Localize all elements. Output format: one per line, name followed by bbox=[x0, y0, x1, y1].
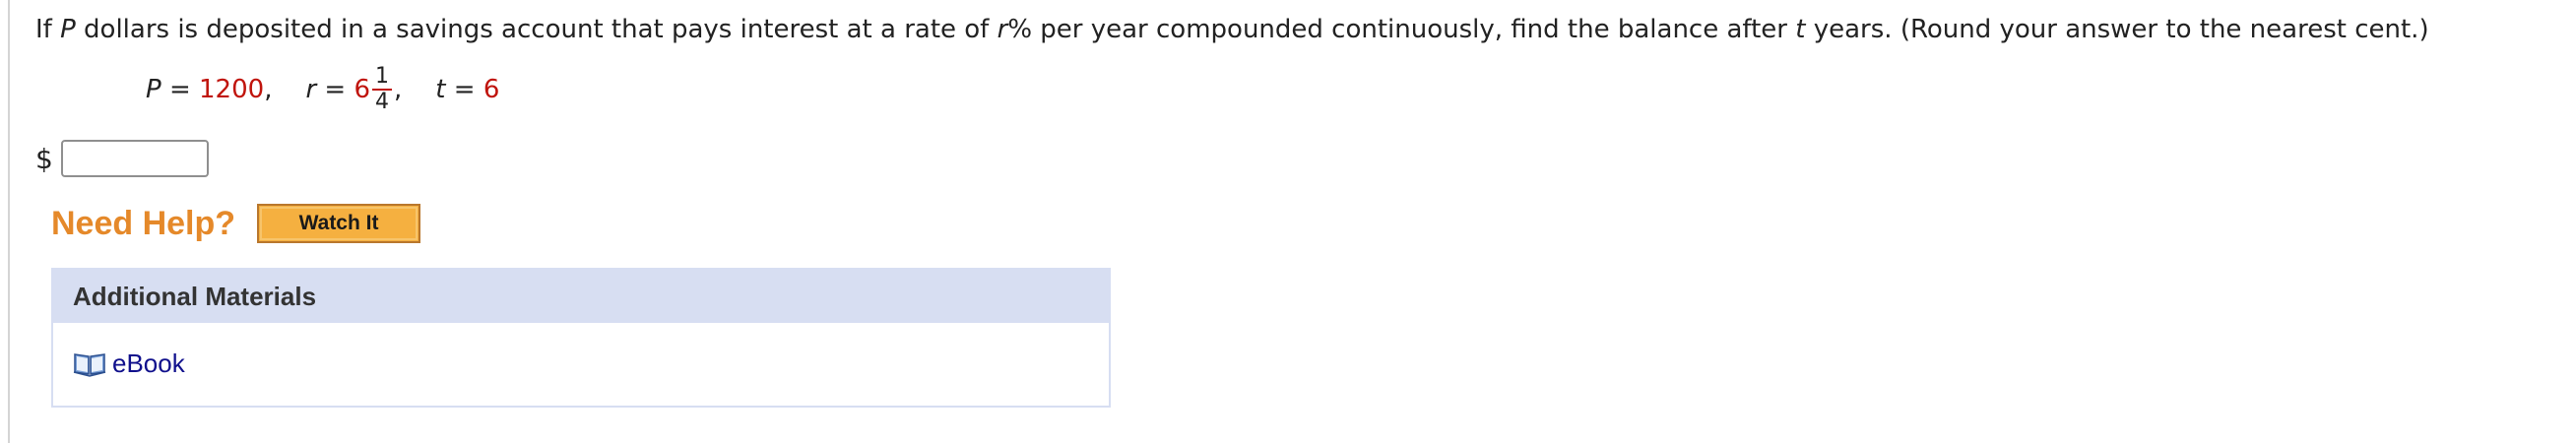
r-fraction: 1 4 bbox=[372, 65, 393, 114]
need-help-row: Need Help? Watch It bbox=[51, 202, 421, 245]
separator: , bbox=[264, 75, 273, 104]
r-label: r bbox=[305, 75, 317, 104]
t-label: t bbox=[435, 75, 446, 104]
watch-it-button[interactable]: Watch It bbox=[257, 204, 421, 243]
equals-sign: = bbox=[316, 75, 354, 104]
question-text-part: If bbox=[35, 15, 61, 44]
question-text-part: dollars is deposited in a savings accoun… bbox=[75, 15, 998, 44]
need-help-label: Need Help? bbox=[51, 204, 236, 242]
separator: , bbox=[394, 75, 403, 104]
r-fraction-numerator: 1 bbox=[372, 65, 393, 91]
answer-row: $ bbox=[35, 136, 209, 181]
r-fraction-denominator: 4 bbox=[375, 90, 390, 114]
book-icon bbox=[73, 350, 106, 378]
t-value: 6 bbox=[483, 75, 500, 104]
additional-materials-header: Additional Materials bbox=[53, 270, 1109, 323]
variable-t: t bbox=[1795, 15, 1806, 44]
given-values: P = 1200, r = 6 1 4 , t = 6 bbox=[146, 57, 499, 122]
balance-answer-input[interactable] bbox=[60, 140, 209, 177]
equals-sign: = bbox=[161, 75, 200, 104]
equals-sign: = bbox=[445, 75, 483, 104]
question-text-part: years. (Round your answer to the nearest… bbox=[1805, 15, 2429, 44]
ebook-link-label: eBook bbox=[112, 348, 185, 378]
p-value: 1200 bbox=[199, 75, 265, 104]
p-label: P bbox=[146, 75, 161, 104]
question-text-part: % per year compounded continuously, find… bbox=[1007, 15, 1796, 44]
additional-materials-panel: Additional Materials eBook bbox=[51, 268, 1111, 408]
variable-p: P bbox=[60, 15, 76, 44]
ebook-link[interactable]: eBook bbox=[73, 348, 185, 379]
r-whole-part: 6 bbox=[354, 75, 371, 104]
left-border bbox=[8, 0, 10, 443]
question-text: If P dollars is deposited in a savings a… bbox=[35, 12, 2429, 47]
currency-symbol: $ bbox=[35, 142, 53, 175]
variable-r: r bbox=[997, 15, 1008, 44]
